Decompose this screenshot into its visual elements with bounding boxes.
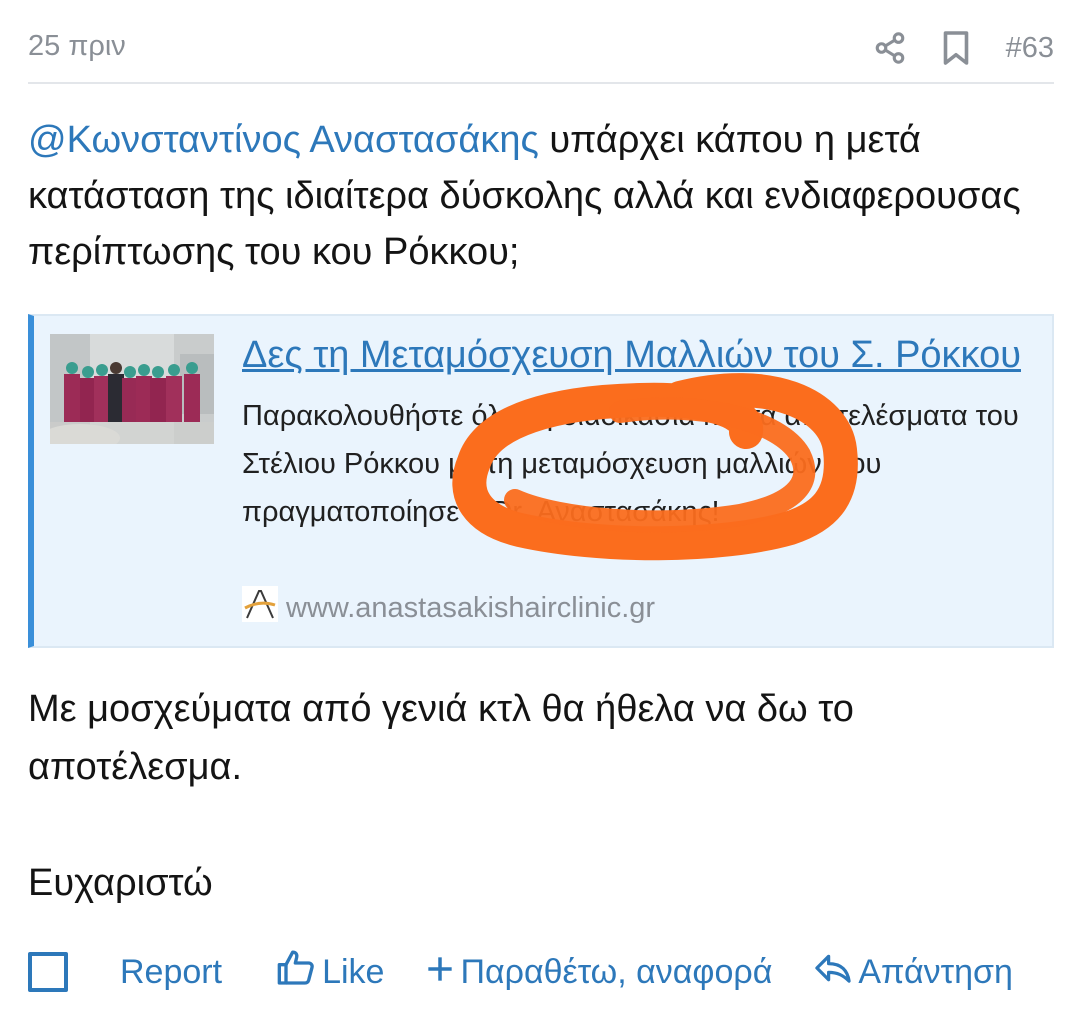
link-preview-card[interactable]: Δες τη Μεταμόσχευση Μαλλιών του Σ. Ρόκκο…	[28, 314, 1054, 648]
report-button-label: Report	[120, 952, 223, 991]
bookmark-icon[interactable]	[936, 28, 976, 68]
reply-button[interactable]: Απάντηση	[814, 950, 1013, 995]
post-number-link[interactable]: #63	[1006, 32, 1054, 65]
like-button[interactable]: Like	[276, 948, 384, 997]
link-preview-title[interactable]: Δες τη Μεταμόσχευση Μαλλιών του Σ. Ρόκκο…	[242, 330, 1022, 380]
post-actions-bar: Report Like Παραθέτω, αναφορά Απάντηση	[28, 944, 1054, 1000]
link-preview-thumbnail[interactable]	[50, 334, 214, 444]
report-button[interactable]: Report	[120, 953, 222, 992]
post-paragraph: Ευχαριστώ	[28, 862, 213, 904]
link-preview-domain[interactable]: www.anastasakishairclinic.gr	[242, 586, 655, 630]
select-post-checkbox[interactable]	[28, 952, 68, 992]
site-favicon-icon	[242, 586, 286, 630]
plus-icon	[426, 953, 460, 992]
thumbs-up-icon	[276, 948, 322, 997]
share-icon[interactable]	[870, 28, 910, 68]
reply-icon	[814, 950, 858, 995]
quote-button[interactable]: Παραθέτω, αναφορά	[426, 953, 772, 992]
post-text-continued: Με μοσχεύματα από γενιά κτλ θα ήθελα να …	[28, 680, 1038, 912]
quote-button-label: Παραθέτω, αναφορά	[460, 952, 773, 991]
post-time: 25 πριν	[28, 30, 126, 62]
reply-button-label: Απάντηση	[858, 952, 1013, 991]
post-text: @Κωνσταντίνος Αναστασάκης υπάρχει κάπου …	[28, 112, 1038, 280]
user-mention-link[interactable]: @Κωνσταντίνος Αναστασάκης	[28, 119, 539, 161]
like-button-label: Like	[322, 952, 385, 991]
link-preview-description: Παρακολουθήστε όλη τη διαδικασία και τα …	[242, 400, 1019, 528]
header-actions: #63	[870, 28, 1054, 68]
link-preview-domain-text: www.anastasakishairclinic.gr	[286, 591, 656, 624]
post-paragraph: Με μοσχεύματα από γενιά κτλ θα ήθελα να …	[28, 688, 854, 788]
post-header: 25 πριν #63	[28, 22, 1054, 84]
